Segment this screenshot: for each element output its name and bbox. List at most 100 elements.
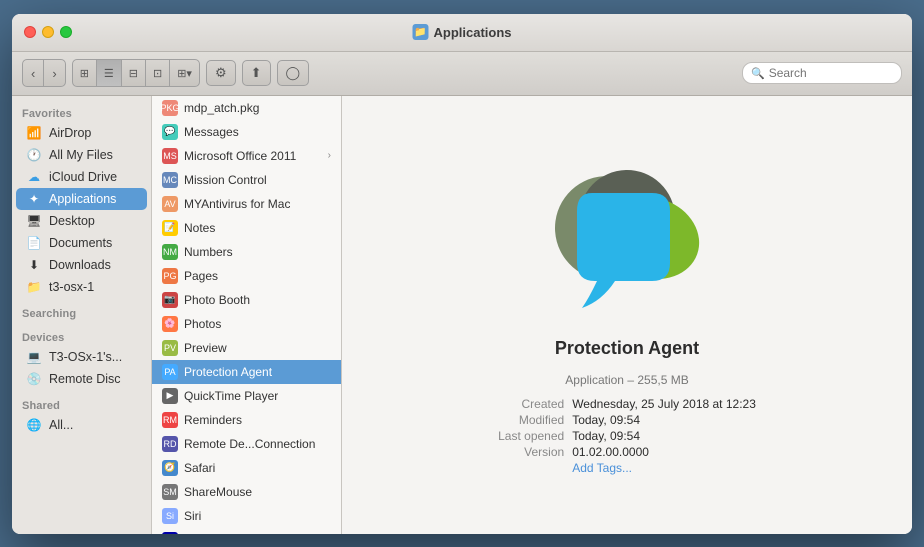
t3osx-icon: 📁 (26, 279, 42, 295)
file-icon: 🧭 (162, 460, 178, 476)
allmyfiles-label: All My Files (49, 148, 113, 162)
sidebar-section-searching: Searching (12, 304, 151, 322)
toolbar: ‹ › ⊞ ☰ ⊟ ⊡ ⊞▾ ⚙ ⬆ ◯ 🔍 (12, 52, 912, 96)
list-item[interactable]: 🌸 Photos (152, 312, 341, 336)
file-icon: ▶ (162, 388, 178, 404)
file-icon: Si (162, 508, 178, 524)
disc-icon: 💿 (26, 371, 42, 387)
icloud-label: iCloud Drive (49, 170, 117, 184)
documents-label: Documents (49, 236, 112, 250)
view-options-button[interactable]: ⊞▾ (170, 60, 199, 86)
column-view-button[interactable]: ⊟ (122, 60, 146, 86)
version-value: 01.02.00.0000 (572, 445, 756, 459)
file-icon: RD (162, 436, 178, 452)
file-icon: AV (162, 196, 178, 212)
title-folder-icon: 📁 (412, 24, 428, 40)
desktop-icon: 🖥 (26, 213, 42, 229)
app-icon (547, 153, 707, 313)
version-label: Version (498, 445, 570, 459)
airdrop-icon: 📶 (26, 125, 42, 141)
sidebar-item-t3osx-dev[interactable]: 💻 T3-OSx-1's... (16, 346, 147, 368)
search-input[interactable] (769, 66, 893, 80)
detail-panel: Protection Agent Application – 255,5 MB … (342, 96, 912, 534)
icloud-icon: ☁ (26, 169, 42, 185)
created-label: Created (498, 397, 570, 411)
remote-disc-label: Remote Disc (49, 372, 121, 386)
sidebar-item-desktop[interactable]: 🖥 Desktop (16, 210, 147, 232)
action-button[interactable]: ⚙ (206, 60, 236, 86)
list-item[interactable]: PG Pages (152, 264, 341, 288)
file-icon: MS (162, 148, 178, 164)
list-item[interactable]: NM Numbers (152, 240, 341, 264)
t3osx-label: t3-osx-1 (49, 280, 94, 294)
computer-icon: 💻 (26, 349, 42, 365)
sidebar-item-documents[interactable]: 📄 Documents (16, 232, 147, 254)
forward-button[interactable]: › (44, 60, 64, 86)
back-button[interactable]: ‹ (23, 60, 44, 86)
list-item[interactable]: PV Preview (152, 336, 341, 360)
list-item[interactable]: 📝 Notes (152, 216, 341, 240)
modified-value: Today, 09:54 (572, 413, 756, 427)
file-icon-selected: PA (162, 364, 178, 380)
sidebar-item-airdrop[interactable]: 📶 AirDrop (16, 122, 147, 144)
list-item[interactable]: RD Remote De...Connection (152, 432, 341, 456)
minimize-button[interactable] (42, 26, 54, 38)
list-item[interactable]: AV MYAntivirus for Mac (152, 192, 341, 216)
sidebar-item-icloud[interactable]: ☁ iCloud Drive (16, 166, 147, 188)
search-box[interactable]: 🔍 (742, 62, 902, 84)
sidebar-item-all-shared[interactable]: 🌐 All... (16, 414, 147, 436)
file-icon: SM (162, 484, 178, 500)
list-item[interactable]: MS Microsoft Office 2011 › (152, 144, 341, 168)
titlebar: 📁 Applications (12, 14, 912, 52)
list-item[interactable]: 📷 Photo Booth (152, 288, 341, 312)
file-icon: SK (162, 532, 178, 534)
file-list: PKG mdp_atch.pkg 💬 Messages MS Microsoft… (152, 96, 342, 534)
downloads-label: Downloads (49, 258, 111, 272)
tag-button[interactable]: ◯ (277, 60, 310, 86)
all-shared-label: All... (49, 418, 73, 432)
list-item[interactable]: MC Mission Control (152, 168, 341, 192)
finder-window: 📁 Applications ‹ › ⊞ ☰ ⊟ ⊡ ⊞▾ ⚙ ⬆ ◯ 🔍 Fa… (12, 14, 912, 534)
search-icon: 🔍 (751, 67, 765, 80)
list-item-selected[interactable]: PA Protection Agent (152, 360, 341, 384)
allmyfiles-icon: 🕐 (26, 147, 42, 163)
file-icon: NM (162, 244, 178, 260)
file-icon: PV (162, 340, 178, 356)
sidebar-item-downloads[interactable]: ⬇ Downloads (16, 254, 147, 276)
desktop-label: Desktop (49, 214, 95, 228)
app-icon-container (547, 153, 707, 318)
sidebar-item-applications[interactable]: ✦ Applications (16, 188, 147, 210)
sidebar-section-shared: Shared (12, 396, 151, 414)
t3osx-dev-label: T3-OSx-1's... (49, 350, 122, 364)
icon-view-button[interactable]: ⊞ (73, 60, 97, 86)
documents-icon: 📄 (26, 235, 42, 251)
chevron-right-icon: › (328, 150, 331, 161)
list-item[interactable]: PKG mdp_atch.pkg (152, 96, 341, 120)
sidebar-item-remote-disc[interactable]: 💿 Remote Disc (16, 368, 147, 390)
close-button[interactable] (24, 26, 36, 38)
app-type-size: Application – 255,5 MB (565, 373, 688, 387)
list-item[interactable]: SM ShareMouse (152, 480, 341, 504)
nav-buttons: ‹ › (22, 59, 66, 87)
file-icon: 💬 (162, 124, 178, 140)
sidebar-item-allmyfiles[interactable]: 🕐 All My Files (16, 144, 147, 166)
coverflow-view-button[interactable]: ⊡ (146, 60, 170, 86)
list-view-button[interactable]: ☰ (97, 60, 122, 86)
maximize-button[interactable] (60, 26, 72, 38)
add-tags-link[interactable]: Add Tags... (572, 461, 632, 475)
last-opened-label: Last opened (498, 429, 570, 443)
view-buttons: ⊞ ☰ ⊟ ⊡ ⊞▾ (72, 59, 200, 87)
list-item[interactable]: SK Skype (152, 528, 341, 534)
share-button[interactable]: ⬆ (242, 60, 271, 86)
app-name: Protection Agent (555, 338, 699, 359)
list-item[interactable]: RM Reminders (152, 408, 341, 432)
sidebar-item-t3osx[interactable]: 📁 t3-osx-1 (16, 276, 147, 298)
list-item[interactable]: 🧭 Safari (152, 456, 341, 480)
list-item[interactable]: Si Siri (152, 504, 341, 528)
file-icon: PKG (162, 100, 178, 116)
sidebar-section-favorites: Favorites (12, 104, 151, 122)
list-item[interactable]: ▶ QuickTime Player (152, 384, 341, 408)
traffic-lights (24, 26, 72, 38)
list-item[interactable]: 💬 Messages (152, 120, 341, 144)
created-value: Wednesday, 25 July 2018 at 12:23 (572, 397, 756, 411)
